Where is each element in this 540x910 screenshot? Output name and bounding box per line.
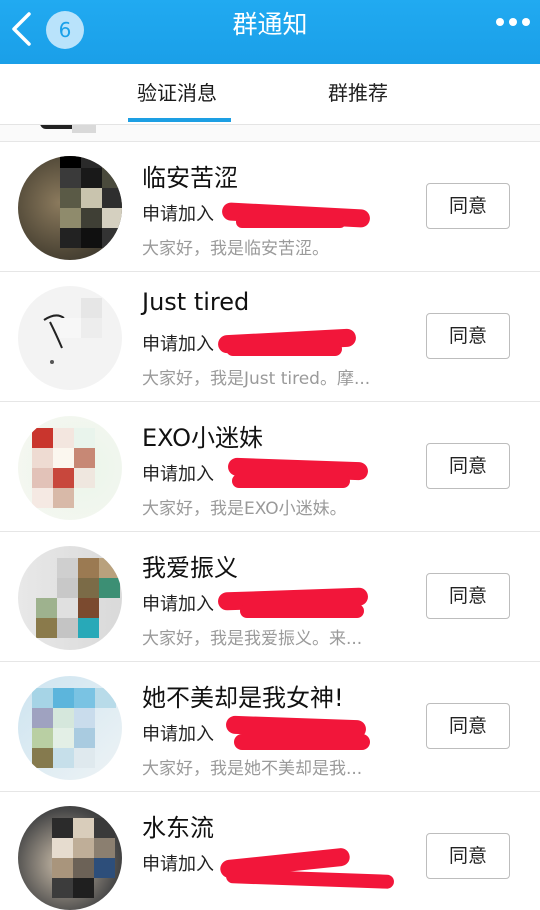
tab-group-recommendations[interactable]: 群推荐 — [328, 64, 388, 124]
request-text: 申请加入 — [142, 594, 214, 615]
tab-bar: 验证消息 群推荐 — [0, 64, 540, 125]
avatar — [18, 676, 122, 780]
agree-button[interactable]: 同意 — [426, 313, 510, 359]
requester-name: Just tired — [142, 288, 250, 316]
title-bar: 6 群通知 — [0, 0, 540, 64]
request-message: 大家好，我是她不美却是我... — [142, 759, 363, 779]
request-text: 申请加入 — [142, 464, 214, 485]
agree-button[interactable]: 同意 — [426, 443, 510, 489]
avatar — [18, 806, 122, 910]
active-tab-indicator — [128, 118, 231, 122]
more-options-icon[interactable] — [496, 18, 530, 32]
avatar — [18, 416, 122, 520]
requester-name: 临安苦涩 — [142, 164, 238, 192]
agree-button[interactable]: 同意 — [426, 833, 510, 879]
list-item[interactable]: EXO小迷妹 申请加入 大家好，我是EXO小迷妹。 同意 — [0, 402, 540, 532]
avatar — [18, 156, 122, 260]
request-text: 申请加入 — [142, 334, 214, 355]
list-item[interactable]: 临安苦涩 申请加入 大家好，我是临安苦涩。 同意 — [0, 142, 540, 272]
list-item[interactable]: 她不美却是我女神! 申请加入 大家好，我是她不美却是我... 同意 — [0, 662, 540, 792]
list-item[interactable]: 我爱振义 申请加入 大家好，我是我爱振义。来... 同意 — [0, 532, 540, 662]
avatar — [18, 286, 122, 390]
request-text: 申请加入 — [142, 724, 214, 745]
list-item[interactable]: 水东流 申请加入 同意 — [0, 792, 540, 910]
requester-name: 她不美却是我女神! — [142, 684, 344, 712]
requester-name: 水东流 — [142, 814, 214, 842]
tab-verification-messages[interactable]: 验证消息 — [137, 64, 217, 124]
requester-name: 我爱振义 — [142, 554, 238, 582]
list-item[interactable]: Just tired 申请加入 大家好，我是Just tired。摩... 同意 — [0, 272, 540, 402]
previous-item-edge — [0, 125, 540, 142]
requester-name: EXO小迷妹 — [142, 424, 263, 452]
agree-button[interactable]: 同意 — [426, 183, 510, 229]
agree-button[interactable]: 同意 — [426, 573, 510, 619]
request-text: 申请加入 — [142, 854, 214, 875]
request-message: 大家好，我是EXO小迷妹。 — [142, 499, 347, 519]
request-message: 大家好，我是临安苦涩。 — [142, 239, 329, 259]
avatar — [18, 546, 122, 650]
request-message: 大家好，我是Just tired。摩... — [142, 369, 371, 389]
agree-button[interactable]: 同意 — [426, 703, 510, 749]
request-text: 申请加入 — [142, 204, 214, 225]
request-message: 大家好，我是我爱振义。来... — [142, 629, 363, 649]
page-title: 群通知 — [232, 10, 308, 39]
